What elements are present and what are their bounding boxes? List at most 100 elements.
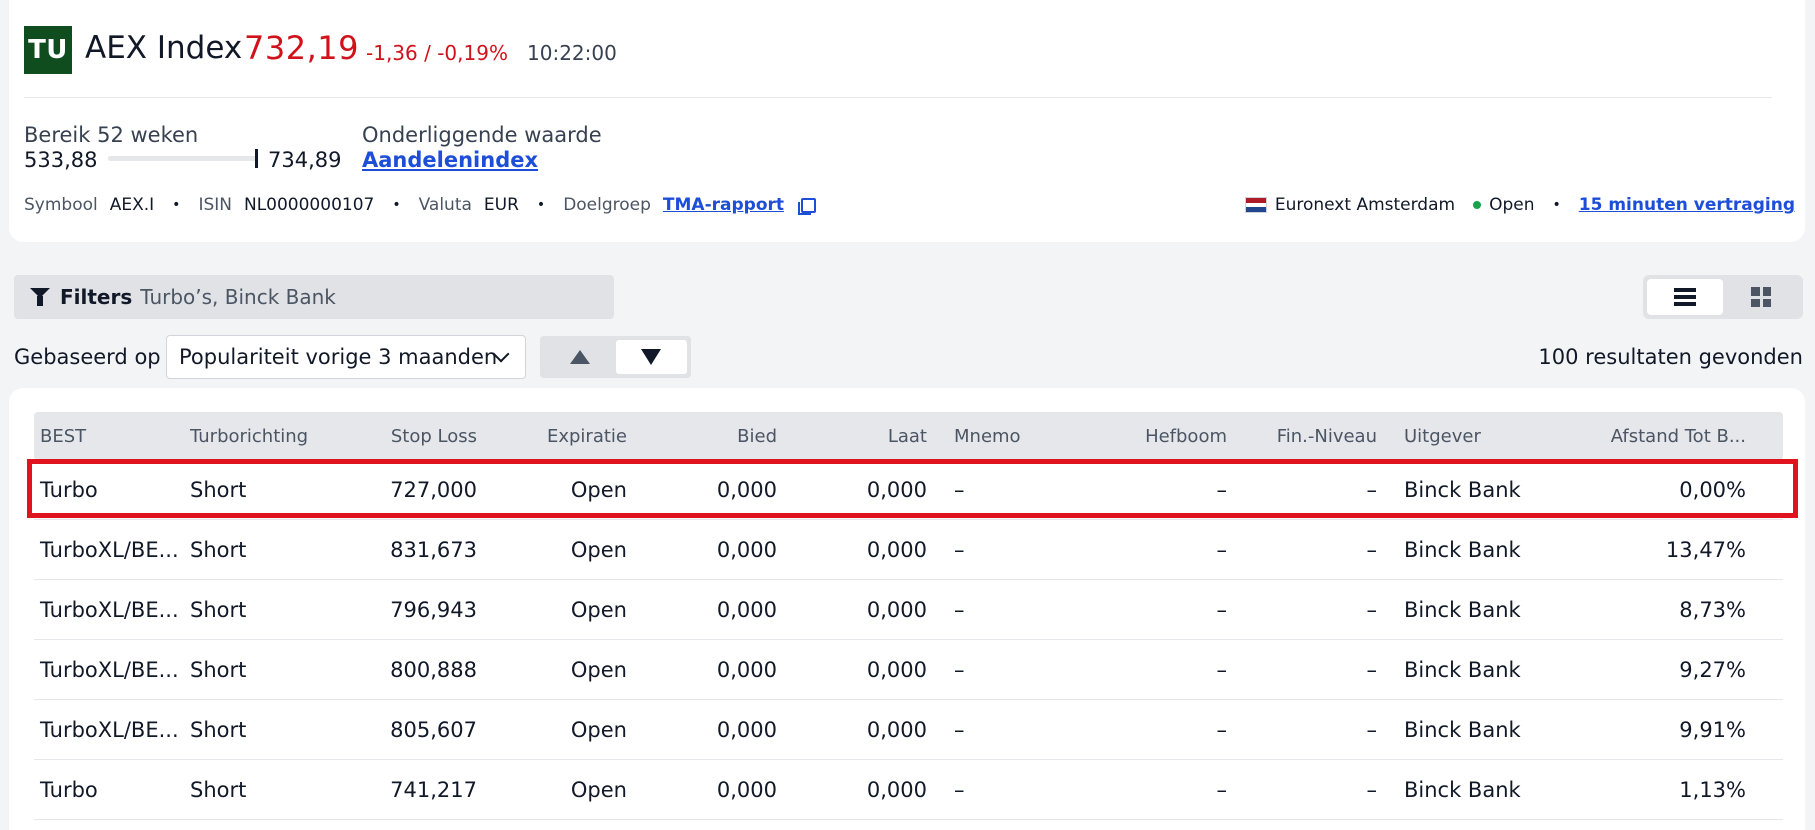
table-row[interactable]: TurboXL/BE... Short 800,888 Open 0,000 0,000 –…	[34, 640, 1783, 700]
table-cell: –	[954, 538, 965, 562]
isin-key: ISIN	[198, 195, 232, 215]
table-cell: –	[1216, 718, 1228, 742]
table-cell: 800,888	[390, 658, 477, 682]
column-header[interactable]: Mnemo	[954, 426, 1021, 447]
sort-direction	[540, 336, 691, 378]
table-cell: Binck Bank	[1404, 778, 1521, 802]
meta-separator: •	[172, 197, 181, 213]
meta-separator: •	[1552, 197, 1561, 213]
list-view-button[interactable]	[1647, 279, 1723, 315]
filter-icon	[30, 287, 50, 307]
underlying-label: Onderliggende waarde	[362, 123, 602, 147]
arrow-down-icon	[641, 349, 662, 365]
table-cell: Turbo	[40, 478, 98, 502]
column-header[interactable]: BEST	[40, 426, 86, 447]
table-row[interactable]: TurboXL/BE... Short 796,943 Open 0,000 0,000 –…	[34, 580, 1783, 640]
table-cell: Binck Bank	[1404, 598, 1521, 622]
table-cell: 1,13%	[1679, 778, 1746, 802]
table-cell: 9,27%	[1679, 658, 1746, 682]
external-link-icon[interactable]	[798, 197, 817, 215]
delay-link[interactable]: 15 minuten vertraging	[1579, 195, 1795, 215]
column-header[interactable]: Laat	[784, 426, 927, 447]
exchange-name: Euronext Amsterdam	[1274, 195, 1456, 215]
table-cell: 0,000	[716, 598, 777, 622]
table-cell: –	[1366, 538, 1378, 562]
table-cell: Turbo	[40, 778, 98, 802]
table-cell: –	[1216, 538, 1228, 562]
table-cell: Binck Bank	[1404, 718, 1521, 742]
table-cell: Binck Bank	[1404, 538, 1521, 562]
column-header[interactable]: Hefboom	[1084, 426, 1227, 447]
table-cell: –	[954, 598, 965, 622]
table-row[interactable]: Turbo Short 741,217 Open 0,000 0,000 – – – Binck …	[34, 760, 1783, 820]
table-cell: 0,000	[866, 718, 927, 742]
sort-label: Gebaseerd op	[14, 345, 161, 369]
table-cell: 8,73%	[1679, 598, 1746, 622]
table-cell: Open	[570, 598, 627, 622]
exchange-info: Euronext Amsterdam Open • 15 minuten ver…	[1244, 195, 1795, 215]
table-cell: –	[1216, 658, 1228, 682]
table-cell: –	[1366, 658, 1378, 682]
quote-time: 10:22:00	[527, 41, 617, 65]
range-label: Bereik 52 weken	[24, 123, 199, 147]
arrow-up-icon	[569, 350, 590, 364]
table-cell: Binck Bank	[1404, 478, 1521, 502]
sort-descending-button[interactable]	[615, 340, 687, 374]
table-cell: 0,000	[866, 478, 927, 502]
sort-ascending-button[interactable]	[544, 340, 616, 374]
table-cell: Open	[570, 478, 627, 502]
table-cell: 741,217	[390, 778, 477, 802]
table-cell: 0,00%	[1679, 478, 1746, 502]
column-header[interactable]: Turborichting	[190, 426, 308, 447]
table-header: BEST Turborichting Stop Loss Expiratie B…	[34, 412, 1783, 460]
table-cell: TurboXL/BE...	[40, 658, 179, 682]
table-cell: 13,47%	[1665, 538, 1746, 562]
table-cell: Short	[190, 658, 247, 682]
underlying-link[interactable]: Aandelenindex	[362, 148, 538, 172]
table-cell: 0,000	[716, 658, 777, 682]
table-cell: –	[954, 478, 965, 502]
filter-bar[interactable]: Filters Turbo’s, Binck Bank	[14, 275, 614, 319]
table-row[interactable]: Turbo Short 727,000 Open 0,000 0,000 – – – Binck …	[34, 460, 1783, 520]
range-fill	[108, 156, 257, 161]
column-header[interactable]: Expiratie	[484, 426, 627, 447]
table-cell: Short	[190, 778, 247, 802]
currency-key: Valuta	[418, 195, 472, 215]
table-cell: 0,000	[716, 718, 777, 742]
table-cell: 0,000	[716, 478, 777, 502]
table-cell: TurboXL/BE...	[40, 598, 179, 622]
table-cell: 0,000	[866, 598, 927, 622]
table-cell: 805,607	[390, 718, 477, 742]
table-cell: 0,000	[716, 538, 777, 562]
column-header[interactable]: Bied	[634, 426, 777, 447]
range-low: 533,88	[24, 148, 98, 172]
grid-icon	[1751, 287, 1771, 307]
column-header[interactable]: Fin.-Niveau	[1234, 426, 1377, 447]
column-header[interactable]: Uitgever	[1404, 426, 1481, 447]
table-cell: 831,673	[390, 538, 477, 562]
status-dot-icon	[1473, 201, 1482, 209]
sort-select[interactable]: Populariteit vorige 3 maanden	[166, 335, 526, 379]
header-divider	[24, 97, 1772, 98]
table-cell: –	[1366, 478, 1378, 502]
grid-view-button[interactable]	[1723, 279, 1799, 315]
table-row[interactable]: TurboXL/BE... Short 805,607 Open 0,000 0,000 –…	[34, 700, 1783, 760]
netherlands-flag-icon	[1244, 197, 1267, 213]
page-title: AEX Index	[85, 30, 243, 66]
table-cell: 0,000	[716, 778, 777, 802]
meta-separator: •	[392, 197, 401, 213]
price-change: -1,36 / -0,19%	[366, 41, 508, 65]
table-cell: –	[1366, 598, 1378, 622]
table-cell: Binck Bank	[1404, 658, 1521, 682]
column-header[interactable]: Stop Loss	[334, 426, 477, 447]
table-row[interactable]: TurboXL/BE... Short 831,673 Open 0,000 0,000 –…	[34, 520, 1783, 580]
range-bar	[108, 149, 258, 168]
symbol-value: AEX.I	[109, 195, 155, 215]
filter-value: Turbo’s, Binck Bank	[140, 285, 336, 309]
column-header[interactable]: Afstand Tot B...	[1574, 426, 1746, 447]
table-cell: –	[1216, 478, 1228, 502]
tma-report-link[interactable]: TMA-rapport	[663, 195, 784, 215]
table-cell: Short	[190, 598, 247, 622]
instrument-meta: Symbool AEX.I • ISIN NL0000000107 • Valu…	[24, 195, 817, 215]
table-cell: Short	[190, 718, 247, 742]
